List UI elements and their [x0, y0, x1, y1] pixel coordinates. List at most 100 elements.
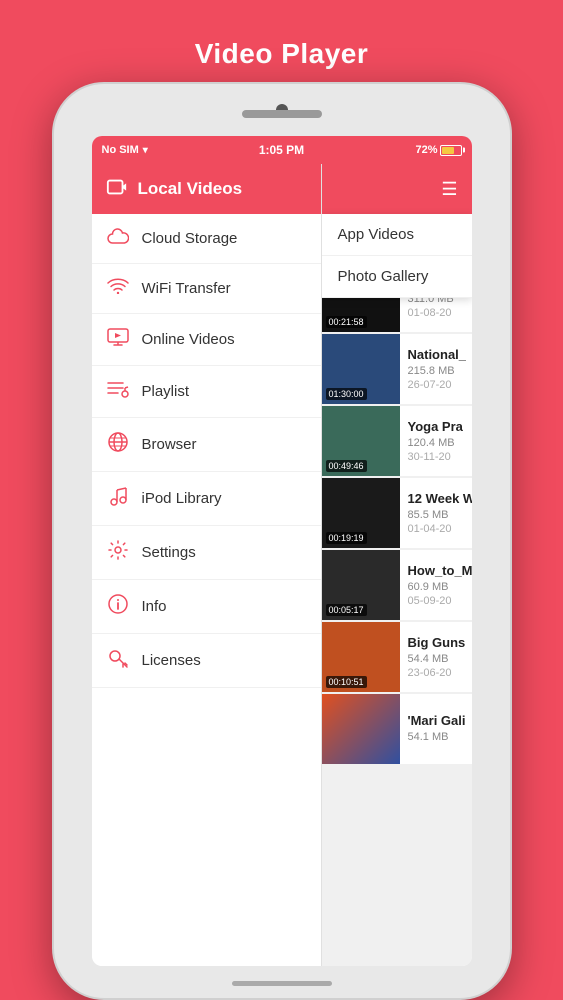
video-info: Big Guns 54.4 MB 23-06-20: [400, 622, 472, 692]
sidebar-item-licenses[interactable]: Licenses: [92, 634, 321, 688]
cloud-storage-label: Cloud Storage: [142, 230, 238, 247]
power-button: [510, 294, 512, 374]
status-left: No SIM ▾: [102, 144, 148, 156]
video-title: 12 Week W: [408, 491, 472, 506]
video-duration: 01:30:00: [326, 388, 367, 400]
settings-label: Settings: [142, 544, 196, 561]
video-item-v3[interactable]: 00:49:46 Yoga Pra 120.4 MB 30-11-20: [322, 406, 472, 476]
wifi-status-icon: ▾: [143, 145, 148, 156]
battery-fill: [442, 147, 455, 154]
video-thumbnail: 00:10:51: [322, 622, 400, 692]
page-title: Video Player: [195, 38, 369, 70]
sidebar-item-cloud-storage[interactable]: Cloud Storage: [92, 214, 321, 264]
video-item-v2[interactable]: 01:30:00 National_ 215.8 MB 26-07-20: [322, 334, 472, 404]
video-size: 60.9 MB: [408, 581, 472, 593]
video-size: 54.4 MB: [408, 653, 466, 665]
status-time: 1:05 PM: [259, 143, 304, 157]
online-videos-label: Online Videos: [142, 331, 235, 348]
video-date: 23-06-20: [408, 667, 466, 679]
globe-icon: [106, 432, 130, 457]
video-duration: 00:19:19: [326, 532, 367, 544]
sidebar-item-browser[interactable]: Browser: [92, 418, 321, 472]
video-duration: 00:05:17: [326, 604, 367, 616]
cloud-icon: [106, 228, 130, 249]
video-date: 05-09-20: [408, 595, 472, 607]
video-info: 12 Week W 85.5 MB 01-04-20: [400, 478, 472, 548]
video-date: 01-04-20: [408, 523, 472, 535]
volume-down-button: [52, 369, 54, 429]
info-icon: [106, 594, 130, 619]
video-item-v7[interactable]: 'Mari Gali 54.1 MB: [322, 694, 472, 764]
dropdown-menu: App Videos Photo Gallery: [322, 214, 472, 298]
monitor-icon: [106, 328, 130, 351]
page-title-container: Video Player: [195, 0, 369, 82]
video-title: Yoga Pra: [408, 419, 464, 434]
video-info: How_to_M 60.9 MB 05-09-20: [400, 550, 472, 620]
dropdown-photo-gallery[interactable]: Photo Gallery: [322, 256, 472, 298]
gear-icon: [106, 540, 130, 565]
speaker: [242, 110, 322, 118]
video-duration: 00:10:51: [326, 676, 367, 688]
sidebar-item-wifi-transfer[interactable]: WiFi Transfer: [92, 264, 321, 314]
video-date: 30-11-20: [408, 451, 464, 463]
home-indicator: [232, 981, 332, 986]
mute-button: [52, 244, 54, 280]
video-item-v6[interactable]: 00:10:51 Big Guns 54.4 MB 23-06-20: [322, 622, 472, 692]
battery-icon: [440, 145, 462, 156]
video-title: How_to_M: [408, 563, 472, 578]
playlist-label: Playlist: [142, 383, 190, 400]
carrier-label: No SIM: [102, 144, 139, 156]
hamburger-button[interactable]: ☰: [441, 179, 457, 200]
video-thumbnail: [322, 694, 400, 764]
wifi-transfer-label: WiFi Transfer: [142, 280, 231, 297]
video-thumbnail: 00:05:17: [322, 550, 400, 620]
status-right: 72%: [415, 144, 461, 156]
video-size: 120.4 MB: [408, 437, 464, 449]
video-title: 'Mari Gali: [408, 713, 466, 728]
video-info: Yoga Pra 120.4 MB 30-11-20: [400, 406, 472, 476]
phone-frame: No SIM ▾ 1:05 PM 72%: [52, 82, 512, 1000]
video-size: 54.1 MB: [408, 731, 466, 743]
phone-screen: No SIM ▾ 1:05 PM 72%: [92, 136, 472, 966]
video-title: National_: [408, 347, 467, 362]
browser-label: Browser: [142, 436, 197, 453]
main-header: ☰: [322, 164, 472, 214]
video-title: Big Guns: [408, 635, 466, 650]
video-list[interactable]: 00:21:58 You Cant 311.0 MB 01-08-20 01:3…: [322, 262, 472, 966]
licenses-label: Licenses: [142, 652, 201, 669]
video-item-v4[interactable]: 00:19:19 12 Week W 85.5 MB 01-04-20: [322, 478, 472, 548]
key-icon: [106, 648, 130, 673]
status-bar: No SIM ▾ 1:05 PM 72%: [92, 136, 472, 164]
video-date: 01-08-20: [408, 307, 464, 319]
video-info: National_ 215.8 MB 26-07-20: [400, 334, 472, 404]
video-duration: 00:21:58: [326, 316, 367, 328]
video-info: 'Mari Gali 54.1 MB: [400, 694, 472, 764]
video-size: 85.5 MB: [408, 509, 472, 521]
video-size: 215.8 MB: [408, 365, 467, 377]
sidebar-item-settings[interactable]: Settings: [92, 526, 321, 580]
sidebar-item-online-videos[interactable]: Online Videos: [92, 314, 321, 366]
video-item-v5[interactable]: 00:05:17 How_to_M 60.9 MB 05-09-20: [322, 550, 472, 620]
video-thumbnail: 01:30:00: [322, 334, 400, 404]
video-duration: 00:49:46: [326, 460, 367, 472]
battery-percent: 72%: [415, 144, 437, 156]
sidebar-header-title: Local Videos: [138, 179, 243, 199]
wifi-icon: [106, 278, 130, 299]
app-content: Local Videos Cloud Storage: [92, 164, 472, 966]
sidebar-header: Local Videos: [92, 164, 321, 214]
playlist-icon: [106, 380, 130, 403]
sidebar-item-info[interactable]: Info: [92, 580, 321, 634]
local-videos-icon: [106, 176, 128, 203]
sidebar: Local Videos Cloud Storage: [92, 164, 322, 966]
volume-up-button: [52, 294, 54, 354]
sidebar-item-ipod-library[interactable]: iPod Library: [92, 472, 321, 526]
music-icon: [106, 486, 130, 511]
info-label: Info: [142, 598, 167, 615]
video-thumbnail: 00:49:46: [322, 406, 400, 476]
main-content: ☰ App Videos Photo Gallery 00:21:58: [322, 164, 472, 966]
video-thumbnail: 00:19:19: [322, 478, 400, 548]
video-date: 26-07-20: [408, 379, 467, 391]
sidebar-item-playlist[interactable]: Playlist: [92, 366, 321, 418]
dropdown-app-videos[interactable]: App Videos: [322, 214, 472, 256]
ipod-library-label: iPod Library: [142, 490, 222, 507]
